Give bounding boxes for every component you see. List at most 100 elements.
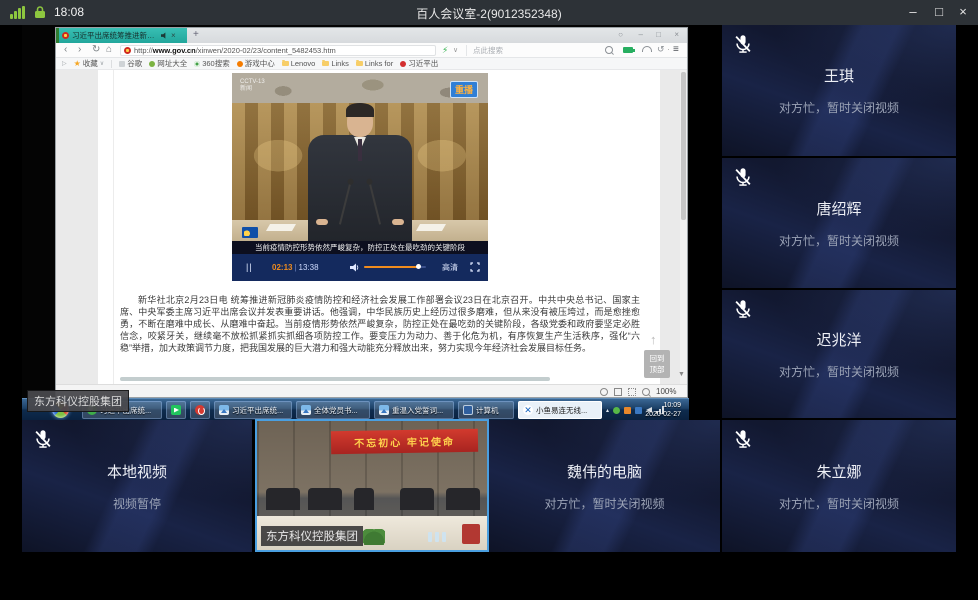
emblem-icon: [400, 61, 406, 67]
volume-slider[interactable]: [364, 266, 426, 268]
back-icon[interactable]: ‹: [64, 44, 67, 55]
folder-icon: [356, 61, 363, 66]
status-window-icon[interactable]: [614, 388, 622, 396]
url-text: http://www.gov.cn/xinwen/2020-02/23/cont…: [134, 46, 336, 55]
taskbar-window-computer[interactable]: 计算机: [458, 401, 514, 419]
fullscreen-icon[interactable]: [470, 262, 480, 272]
participant-name: 迟兆洋: [816, 329, 861, 350]
participant-status: 对方忙，暂时关闭视频: [544, 495, 664, 512]
photo-viewer-icon: [301, 405, 311, 415]
forward-icon[interactable]: ›: [78, 44, 81, 55]
status-smiley-icon[interactable]: [600, 388, 608, 396]
tab-title: 习近平出席统筹推进新冠肺...: [72, 30, 158, 41]
home-icon[interactable]: ⌂: [106, 44, 112, 55]
shared-screen[interactable]: 习近平出席统筹推进新冠肺... × + ○ – □ × ‹ › ↻ ⌂ http…: [22, 25, 689, 420]
participant-tile[interactable]: 魏伟的电脑对方忙，暂时关闭视频: [489, 420, 720, 552]
browser-statusbar: 100%: [56, 384, 687, 397]
tray-network-icon[interactable]: [635, 407, 642, 414]
search-icon[interactable]: [605, 46, 613, 54]
minimize-button[interactable]: –: [900, 0, 926, 25]
participant-status: 对方忙，暂时关闭视频: [779, 363, 899, 380]
participant-tile[interactable]: 王琪对方忙，暂时关闭视频: [722, 25, 956, 156]
url-bar[interactable]: http://www.gov.cn/xinwen/2020-02/23/cont…: [120, 45, 436, 56]
bookmark-item[interactable]: Links: [322, 59, 349, 68]
taskbar-iqiyi[interactable]: [166, 401, 186, 419]
presenter-name-label: 东方科仪控股集团: [27, 390, 129, 412]
taskbar-clock[interactable]: 10:092020-02-27: [645, 401, 681, 419]
browser-window: 习近平出席统筹推进新冠肺... × + ○ – □ × ‹ › ↻ ⌂ http…: [56, 28, 687, 397]
close-button[interactable]: ×: [950, 0, 976, 25]
pause-button[interactable]: ||: [246, 262, 253, 272]
water-bottle: [442, 532, 446, 542]
participant-tile[interactable]: 唐绍辉对方忙，暂时关闭视频: [722, 158, 956, 288]
scrollbar-thumb[interactable]: [681, 72, 686, 220]
bookmark-item[interactable]: Lenovo: [282, 59, 316, 68]
favorites-button[interactable]: ★收藏∨: [74, 58, 105, 69]
tray-expand-icon[interactable]: ▴: [606, 407, 609, 414]
bookmarks-collapse-icon[interactable]: ▷: [62, 60, 67, 67]
plant: [363, 529, 385, 545]
status-zoom-icon[interactable]: [642, 388, 650, 396]
player-controls: || 02:13|13:38 高清: [232, 254, 488, 281]
local-video-tile[interactable]: 本地视频视频暂停: [22, 420, 252, 552]
browser-maximize-icon[interactable]: □: [656, 30, 661, 39]
speed-mode-caret-icon[interactable]: ∨: [453, 46, 458, 54]
speaker-hand: [392, 219, 404, 225]
history-undo-icon[interactable]: ↺: [657, 44, 665, 55]
status-speaker-icon[interactable]: [628, 388, 636, 396]
speaker-tie: [358, 139, 362, 161]
page-zoom-level[interactable]: 100%: [656, 387, 676, 396]
chair: [446, 488, 480, 510]
back-to-top-button[interactable]: 回到顶部: [644, 350, 670, 378]
bookmark-item[interactable]: 谷歌: [119, 58, 142, 69]
browser-tabbar: 习近平出席统筹推进新冠肺... × + ○ – □ ×: [56, 28, 687, 43]
maximize-button[interactable]: □: [926, 0, 952, 25]
replay-badge: 重播: [450, 81, 478, 98]
scroll-down-icon[interactable]: ▼: [678, 371, 685, 378]
volume-fill: [364, 266, 418, 268]
volume-knob[interactable]: [416, 264, 421, 269]
horizontal-scrollbar[interactable]: [120, 377, 550, 381]
headset-icon[interactable]: [642, 46, 652, 52]
browser-menu-icon[interactable]: ≡: [673, 44, 679, 55]
refresh-icon[interactable]: ↻: [92, 44, 100, 55]
bookmark-item[interactable]: 360搜索: [194, 58, 230, 69]
browser-restore-icon[interactable]: ○: [618, 30, 623, 39]
browser-close-icon[interactable]: ×: [674, 30, 679, 39]
menu-dot-icon: ·: [667, 44, 670, 54]
browser-minimize-icon[interactable]: –: [639, 30, 643, 39]
taskbar-netease-music[interactable]: [190, 401, 210, 419]
participant-tile[interactable]: 朱立娜对方忙，暂时关闭视频: [722, 420, 956, 552]
back-to-top-arrow-icon[interactable]: ↑: [650, 332, 657, 347]
bookmarks-divider: [111, 60, 112, 68]
bookmark-item[interactable]: 游戏中心: [237, 58, 275, 69]
bookmark-item[interactable]: 习近平出: [400, 58, 438, 69]
screen-share-video-tile[interactable]: 不忘初心 牢记使命 东方科仪控股集团: [255, 419, 489, 552]
papers: [416, 224, 446, 231]
photo-viewer-icon: [379, 405, 389, 415]
tab-close-icon[interactable]: ×: [171, 31, 176, 40]
site-360-icon: [194, 61, 200, 67]
search-input[interactable]: 点此搜索: [466, 45, 602, 56]
bookmark-item[interactable]: 网址大全: [149, 58, 187, 69]
speaker-hair: [346, 103, 374, 117]
bookmark-item[interactable]: Links for: [356, 59, 393, 68]
browser-tab[interactable]: 习近平出席统筹推进新冠肺... ×: [59, 28, 187, 43]
video-frame: CCTV-13新闻 重播: [232, 73, 488, 241]
new-tab-button[interactable]: +: [193, 29, 199, 40]
article-paragraph: 新华社北京2月23日电 统筹推进新冠肺炎疫情防控和经济社会发展工作部署会议23日…: [120, 294, 640, 354]
taskbar-window-xiaoyu[interactable]: ✕小鱼易连无线...: [518, 401, 602, 419]
video-player[interactable]: CCTV-13新闻 重播 当前疫情防控形势依然严峻复杂，防控正处在最吃劲的关键阶…: [232, 73, 488, 281]
tray-security-icon[interactable]: [624, 407, 631, 414]
vertical-scrollbar[interactable]: [680, 70, 687, 384]
taskbar-window-photo2[interactable]: 全体党员书...: [296, 401, 370, 419]
speed-mode-icon[interactable]: ⚡: [442, 45, 448, 56]
caret-icon: ∨: [100, 60, 104, 67]
hd-quality-button[interactable]: 高清: [442, 262, 458, 273]
participant-tile[interactable]: 迟兆洋对方忙，暂时关闭视频: [722, 290, 956, 418]
taskbar-window-photo3[interactable]: 重温入党誓词...: [374, 401, 454, 419]
tray-antivirus-icon[interactable]: [613, 407, 620, 414]
taskbar-window-photo1[interactable]: 习近平出席统...: [214, 401, 292, 419]
volume-icon[interactable]: [350, 263, 360, 272]
extension-battery-icon[interactable]: [623, 47, 633, 53]
